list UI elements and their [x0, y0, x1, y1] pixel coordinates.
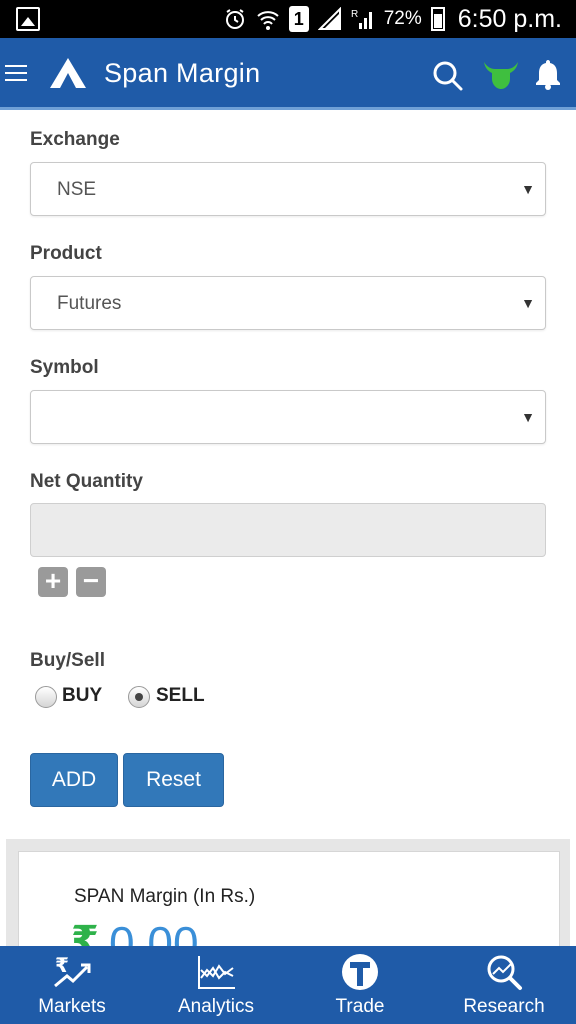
wifi-icon: [257, 11, 279, 30]
symbol-select[interactable]: ▼: [30, 390, 546, 444]
sell-radio-label[interactable]: SELL: [156, 685, 205, 707]
trade-icon: [342, 954, 378, 990]
result-panel: SPAN Margin (In Rs.) ₹ 0.00: [6, 839, 570, 969]
bull-icon[interactable]: [482, 58, 520, 92]
buy-radio[interactable]: [35, 686, 57, 708]
app-bar: Span Margin: [0, 38, 576, 110]
net-quantity-label: Net Quantity: [30, 471, 143, 492]
battery-icon: [430, 7, 445, 31]
span-margin-title: SPAN Margin (In Rs.): [74, 886, 256, 907]
clock: 6:50 p.m.: [457, 4, 562, 33]
product-select-value: Futures: [57, 293, 122, 314]
caret-down-icon: ▼: [521, 295, 535, 311]
search-icon[interactable]: [432, 60, 464, 92]
exchange-select[interactable]: NSE ▼: [30, 162, 546, 216]
exchange-select-value: NSE: [57, 179, 97, 200]
product-label: Product: [30, 243, 102, 264]
status-icons: 1 R 72% 6:50 p.m.: [223, 0, 562, 38]
nav-item-research[interactable]: Research: [432, 946, 576, 1024]
svg-text:₹: ₹: [55, 953, 69, 977]
sim-slot-badge: 1: [288, 6, 309, 32]
minus-icon: −: [82, 565, 100, 596]
menu-icon[interactable]: [5, 65, 27, 81]
plus-icon: +: [44, 565, 62, 596]
caret-down-icon: ▼: [521, 181, 535, 197]
brand-logo-icon: [50, 58, 86, 88]
increment-quantity-button[interactable]: +: [38, 567, 68, 597]
caret-down-icon: ▼: [521, 409, 535, 425]
span-margin-card: SPAN Margin (In Rs.) ₹ 0.00: [18, 851, 560, 969]
reset-button[interactable]: Reset: [123, 753, 224, 807]
nav-item-markets[interactable]: ₹ Markets: [0, 946, 144, 1024]
product-select[interactable]: Futures ▼: [30, 276, 546, 330]
nav-item-analytics[interactable]: Analytics: [144, 946, 288, 1024]
decrement-quantity-button[interactable]: −: [76, 567, 106, 597]
symbol-label: Symbol: [30, 357, 99, 378]
page-title: Span Margin: [104, 58, 261, 88]
analytics-icon: [198, 956, 235, 989]
bottom-nav: ₹ Markets Analytics Trade Research: [0, 946, 576, 1024]
nav-label-research: Research: [463, 996, 545, 1017]
nav-label-analytics: Analytics: [177, 996, 255, 1017]
nav-label-trade: Trade: [335, 996, 385, 1017]
roaming-signal-icon: R: [351, 9, 372, 29]
exchange-label: Exchange: [30, 129, 120, 150]
notification-bell-icon[interactable]: [534, 58, 562, 90]
nav-item-trade[interactable]: Trade: [288, 946, 432, 1024]
alarm-icon: [225, 9, 244, 29]
markets-icon: ₹: [54, 953, 91, 988]
status-bar: 1 R 72% 6:50 p.m.: [0, 0, 576, 38]
battery-percent: 72%: [383, 8, 422, 29]
gallery-notification-icon: [16, 7, 40, 31]
buy-radio-label[interactable]: BUY: [62, 685, 102, 707]
svg-text:R: R: [351, 9, 358, 20]
add-button[interactable]: ADD: [30, 753, 118, 807]
buy-sell-label: Buy/Sell: [30, 650, 105, 671]
sell-radio[interactable]: [128, 686, 150, 708]
signal-icon: [317, 7, 341, 30]
research-icon: [487, 955, 522, 990]
nav-label-markets: Markets: [38, 996, 106, 1017]
net-quantity-input[interactable]: [30, 503, 546, 557]
